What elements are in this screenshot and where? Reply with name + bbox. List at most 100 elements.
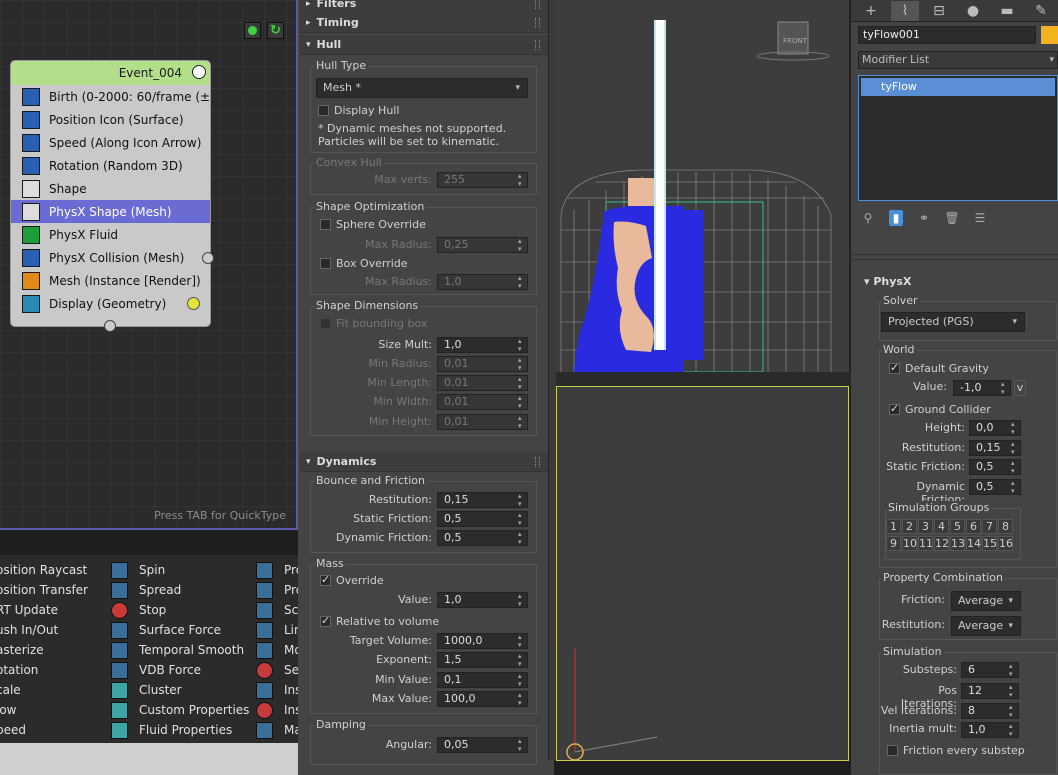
- utilities-tab-icon[interactable]: ✎: [1027, 1, 1055, 21]
- substeps-spinner[interactable]: 6: [961, 662, 1019, 678]
- min-value-spinner[interactable]: 0,1: [437, 672, 528, 688]
- depot-item[interactable]: osition Raycast: [0, 560, 87, 580]
- max-radius-spinner-2[interactable]: 1,0: [437, 274, 528, 290]
- depot-item[interactable]: VDB Force: [111, 660, 201, 680]
- operator-position-icon[interactable]: Position Icon (Surface): [11, 108, 210, 131]
- depot-item[interactable]: otation: [0, 660, 38, 680]
- modifier-list-dropdown[interactable]: Modifier List: [858, 51, 1058, 69]
- group-button[interactable]: 8: [998, 519, 1013, 534]
- group-button[interactable]: 3: [918, 519, 933, 534]
- angular-spinner[interactable]: 0,05: [437, 737, 528, 753]
- depot-item[interactable]: asterize: [0, 640, 44, 660]
- max-radius-spinner[interactable]: 0,25: [437, 237, 528, 253]
- group-button[interactable]: 12: [934, 536, 949, 551]
- dynamic-friction-spinner[interactable]: 0,5: [437, 530, 528, 546]
- panel-scrollbar[interactable]: [548, 0, 556, 760]
- viewport-top[interactable]: [556, 386, 849, 761]
- depot-item[interactable]: Custom Properties: [111, 700, 249, 720]
- fit-bounding-box-checkbox[interactable]: [320, 318, 331, 329]
- static-friction-spinner[interactable]: 0,5: [437, 511, 528, 527]
- min-radius-spinner[interactable]: 0,01: [437, 356, 528, 372]
- display-hull-checkbox[interactable]: [318, 105, 329, 116]
- max-value-spinner[interactable]: 100,0: [437, 691, 528, 707]
- object-color-swatch[interactable]: [1041, 26, 1058, 44]
- mass-value-spinner[interactable]: 1,0: [437, 592, 528, 608]
- input-connector[interactable]: [104, 320, 116, 332]
- depot-item[interactable]: Mo: [256, 640, 298, 660]
- target-volume-spinner[interactable]: 1000,0: [437, 633, 528, 649]
- depot-item[interactable]: Spin: [111, 560, 165, 580]
- display-tab-icon[interactable]: ▬: [993, 1, 1021, 21]
- box-override-checkbox[interactable]: [320, 258, 331, 269]
- vel-iterations-spinner[interactable]: 8: [961, 703, 1019, 719]
- refresh-icon[interactable]: ↻: [267, 22, 284, 39]
- hierarchy-tab-icon[interactable]: ⊟: [925, 1, 953, 21]
- group-button[interactable]: 10: [902, 536, 917, 551]
- sphere-override-checkbox[interactable]: [320, 219, 331, 230]
- rollout-dynamics[interactable]: ▾ Dynamics: [300, 452, 548, 472]
- operator-shape[interactable]: Shape: [11, 177, 210, 200]
- group-button[interactable]: 11: [918, 536, 933, 551]
- rollout-filters[interactable]: ▸ Filters: [300, 0, 548, 14]
- output-connector[interactable]: [202, 252, 214, 264]
- depot-item[interactable]: Stop: [111, 600, 166, 620]
- depot-item[interactable]: Ins: [256, 680, 298, 700]
- group-button[interactable]: 1: [886, 519, 901, 534]
- depot-item[interactable]: osition Transfer: [0, 580, 88, 600]
- panel-separator[interactable]: [851, 254, 1058, 260]
- size-mult-spinner[interactable]: 1,0: [437, 337, 528, 353]
- remove-modifier-icon[interactable]: 🗑: [944, 210, 959, 226]
- height-spinner[interactable]: 0,0: [969, 420, 1021, 436]
- show-end-result-icon[interactable]: ▮: [889, 210, 903, 226]
- operator-display[interactable]: Display (Geometry): [11, 292, 210, 315]
- pin-stack-icon[interactable]: ⚲: [861, 210, 875, 226]
- group-button[interactable]: 2: [902, 519, 917, 534]
- friction-combine-dropdown[interactable]: Average: [951, 591, 1021, 611]
- group-button[interactable]: 14: [966, 536, 981, 551]
- flow-graph-canvas[interactable]: ↻ Event_004 Birth (0-2000: 60/frame (±1.…: [0, 0, 298, 530]
- group-button[interactable]: 15: [982, 536, 997, 551]
- depot-item[interactable]: Fluid Properties: [111, 720, 232, 740]
- max-verts-spinner[interactable]: 255: [437, 172, 528, 188]
- depot-item[interactable]: peed: [0, 720, 26, 740]
- depot-item[interactable]: Surface Force: [111, 620, 221, 640]
- make-unique-icon[interactable]: ⚭: [917, 210, 931, 226]
- min-width-spinner[interactable]: 0,01: [437, 394, 528, 410]
- pos-iterations-spinner[interactable]: 12: [961, 683, 1019, 699]
- world-dynamic-friction-spinner[interactable]: 0,5: [969, 479, 1021, 495]
- enable-event-icon[interactable]: [244, 22, 261, 39]
- gravity-unit-button[interactable]: v: [1014, 380, 1026, 396]
- depot-item[interactable]: Cluster: [111, 680, 182, 700]
- create-tab-icon[interactable]: +: [857, 1, 885, 21]
- operator-mesh[interactable]: Mesh (Instance [Render]): [11, 269, 210, 292]
- group-button[interactable]: 6: [966, 519, 981, 534]
- motion-tab-icon[interactable]: ●: [959, 1, 987, 21]
- depot-item[interactable]: Spread: [111, 580, 181, 600]
- physx-rollout-header[interactable]: ▾ PhysX: [858, 272, 1058, 292]
- operator-speed[interactable]: Speed (Along Icon Arrow): [11, 131, 210, 154]
- object-name-field[interactable]: tyFlow001: [858, 26, 1036, 44]
- operator-physx-shape[interactable]: PhysX Shape (Mesh): [11, 200, 210, 223]
- world-restitution-spinner[interactable]: 0,15: [969, 440, 1021, 456]
- world-static-friction-spinner[interactable]: 0,5: [969, 459, 1021, 475]
- depot-item[interactable]: ush In/Out: [0, 620, 58, 640]
- restitution-combine-dropdown[interactable]: Average: [951, 616, 1021, 636]
- operator-rotation[interactable]: Rotation (Random 3D): [11, 154, 210, 177]
- configure-sets-icon[interactable]: ☰: [973, 210, 987, 226]
- rollout-hull[interactable]: ▾ Hull: [300, 35, 548, 55]
- min-length-spinner[interactable]: 0,01: [437, 375, 528, 391]
- event-node[interactable]: Event_004 Birth (0-2000: 60/frame (±1...…: [10, 60, 211, 327]
- inertia-mult-spinner[interactable]: 1,0: [961, 722, 1019, 738]
- depot-item[interactable]: Lin: [256, 620, 298, 640]
- hull-type-dropdown[interactable]: Mesh *: [316, 78, 528, 98]
- group-button[interactable]: 7: [982, 519, 997, 534]
- group-button[interactable]: 9: [886, 536, 901, 551]
- group-button[interactable]: 5: [950, 519, 965, 534]
- gravity-value-spinner[interactable]: -1,0: [953, 380, 1011, 396]
- friction-every-substep-checkbox[interactable]: [887, 745, 898, 756]
- rollout-timing[interactable]: ▸ Timing: [300, 13, 548, 33]
- depot-item[interactable]: Temporal Smooth: [111, 640, 244, 660]
- lightbulb-icon[interactable]: [192, 65, 206, 79]
- group-button[interactable]: 16: [998, 536, 1013, 551]
- operator-physx-collision[interactable]: PhysX Collision (Mesh): [11, 246, 210, 269]
